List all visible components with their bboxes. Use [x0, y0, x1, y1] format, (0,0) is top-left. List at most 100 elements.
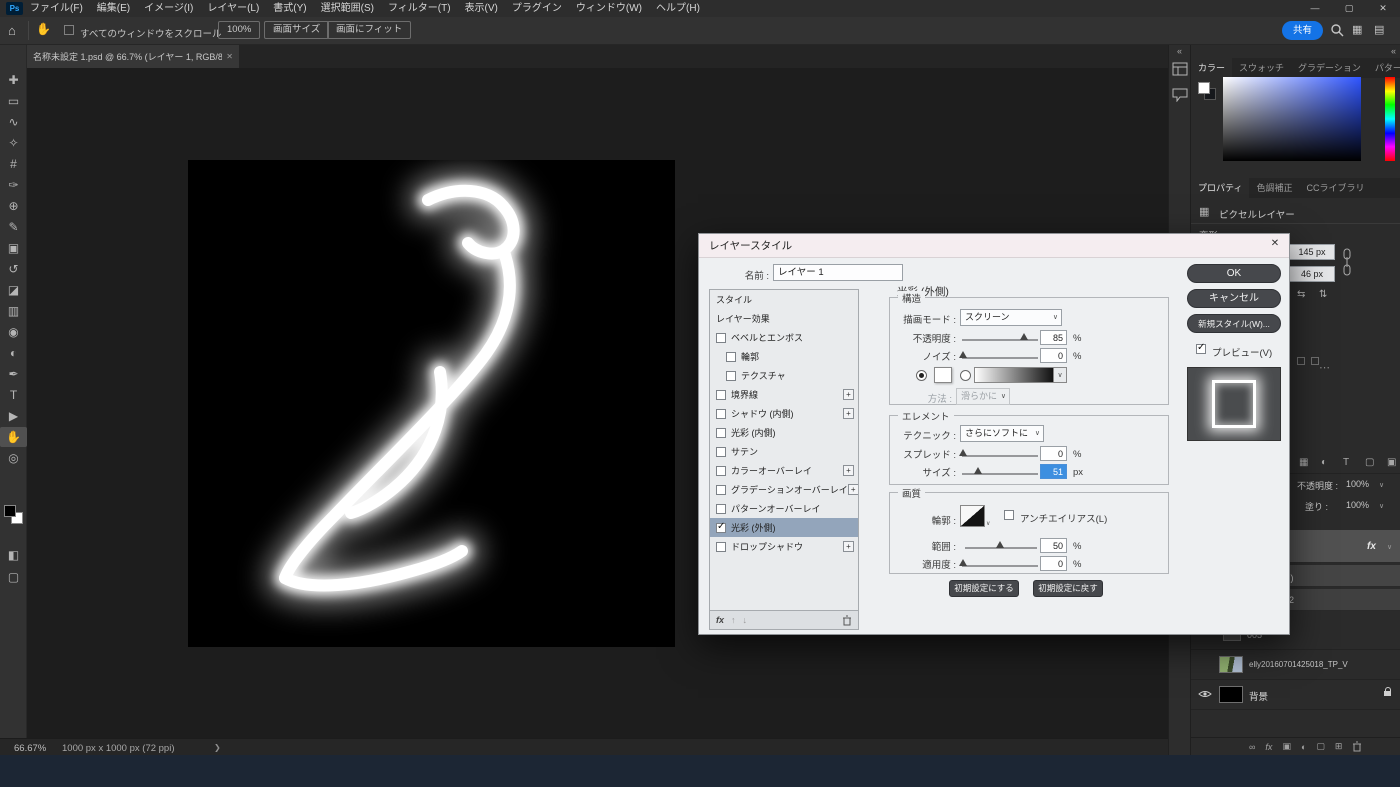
chevron-down-icon[interactable]: ∨ — [1379, 502, 1384, 510]
panel-foreground-swatch[interactable] — [1198, 82, 1210, 94]
jitter-slider-track[interactable] — [962, 565, 1038, 567]
dialog-titlebar[interactable]: レイヤースタイル — [699, 234, 1289, 258]
healing-brush-tool[interactable]: ⊕ — [0, 196, 27, 216]
layer-filter-type-icon[interactable]: T — [1343, 457, 1349, 468]
layer-thumbnail[interactable] — [1219, 656, 1243, 673]
layer-fx-badge[interactable]: fx — [1367, 541, 1376, 552]
workspace-icon[interactable]: ▤ — [1374, 23, 1384, 36]
eyedropper-tool[interactable]: ✑ — [0, 175, 27, 195]
noise-value-field[interactable]: 0 — [1040, 348, 1067, 363]
layer-filter-shape-icon[interactable]: ▢ — [1365, 457, 1374, 468]
checkbox[interactable] — [716, 503, 726, 514]
style-row-stroke[interactable]: 境界線 + — [710, 385, 858, 404]
ok-button[interactable]: OK — [1187, 264, 1281, 283]
checkbox[interactable] — [726, 351, 736, 362]
align-icon[interactable] — [1311, 357, 1319, 365]
size-slider-thumb[interactable] — [974, 467, 982, 474]
jitter-value-field[interactable]: 0 — [1040, 556, 1067, 571]
visibility-eye-icon[interactable] — [1198, 689, 1212, 699]
layer-filter-smart-icon[interactable]: ▣ — [1387, 457, 1396, 468]
noise-slider-track[interactable] — [962, 357, 1038, 359]
document-tab[interactable]: 名称未設定 1.psd @ 66.7% (レイヤー 1, RGB/8#) * ✕ — [27, 45, 239, 68]
layer-name-input[interactable]: レイヤー 1 — [773, 264, 903, 281]
noise-slider-thumb[interactable] — [959, 351, 967, 358]
align-icon[interactable] — [1297, 357, 1305, 365]
hue-slider[interactable] — [1385, 77, 1395, 161]
window-close-button[interactable]: ✕ — [1366, 0, 1400, 17]
tab-swatches[interactable]: スウォッチ — [1232, 58, 1291, 78]
menu-select[interactable]: 選択範囲(S) — [314, 0, 381, 17]
layer-row-background[interactable]: 背景 — [1191, 680, 1400, 710]
menu-plugins[interactable]: プラグイン — [505, 0, 569, 17]
window-maximize-button[interactable]: ▢ — [1332, 0, 1366, 17]
style-row-pattern-overlay[interactable]: パターンオーバーレイ — [710, 499, 858, 518]
lasso-tool[interactable]: ∿ — [0, 112, 27, 132]
quick-mask-icon[interactable]: ◧ — [0, 545, 27, 565]
foreground-color-swatch[interactable] — [4, 505, 16, 517]
eraser-tool[interactable]: ◪ — [0, 280, 27, 300]
layer-filter-pixel-icon[interactable]: ▦ — [1299, 457, 1308, 468]
history-brush-tool[interactable]: ↺ — [0, 259, 27, 279]
new-layer-icon[interactable]: ⊞ — [1335, 741, 1343, 752]
gradient-tool[interactable]: ▥ — [0, 301, 27, 321]
menu-image[interactable]: イメージ(I) — [137, 0, 200, 17]
style-row-gradient-overlay[interactable]: グラデーションオーバーレイ + — [710, 480, 858, 499]
reset-default-button[interactable]: 初期設定に戻す — [1033, 580, 1103, 597]
size-value-field[interactable]: 51 — [1040, 464, 1067, 479]
blur-tool[interactable]: ◉ — [0, 322, 27, 342]
checkbox[interactable] — [716, 541, 726, 552]
contour-thumbnail[interactable] — [960, 505, 985, 527]
tab-properties[interactable]: プロパティ — [1191, 178, 1250, 198]
range-slider-thumb[interactable] — [996, 541, 1004, 548]
screen-mode-icon[interactable]: ▢ — [0, 567, 27, 587]
technique-dropdown[interactable]: さらにソフトに — [960, 425, 1044, 442]
fit-screen-size-button[interactable]: 画面サイズ — [264, 21, 330, 39]
pen-tool[interactable]: ✒ — [0, 364, 27, 384]
tab-adjustments[interactable]: 色調補正 — [1249, 178, 1299, 198]
comments-icon[interactable] — [1172, 88, 1188, 102]
opacity-value-field[interactable]: 85 — [1040, 330, 1067, 345]
move-up-icon[interactable]: ↑ — [731, 615, 736, 625]
grid-icon[interactable]: ▦ — [1352, 23, 1362, 36]
menu-filter[interactable]: フィルター(T) — [381, 0, 458, 17]
layers-opacity-value[interactable]: 100% — [1346, 479, 1369, 489]
cancel-button[interactable]: キャンセル — [1187, 289, 1281, 308]
path-selection-tool[interactable]: ▶ — [0, 406, 27, 426]
collapse-panels-icon[interactable]: « — [1391, 46, 1396, 56]
flip-vertical-icon[interactable]: ⇅ — [1319, 289, 1327, 300]
layer-mask-icon[interactable]: ▣ — [1282, 741, 1291, 752]
checkbox[interactable] — [726, 370, 736, 381]
checkbox[interactable] — [716, 446, 726, 457]
add-instance-icon[interactable]: + — [843, 389, 854, 400]
dodge-tool[interactable]: ◐ — [0, 343, 27, 363]
chevron-down-icon[interactable]: ∨ — [1387, 543, 1392, 551]
link-layers-icon[interactable]: ∞ — [1249, 742, 1255, 752]
hand-tool[interactable]: ✋ — [0, 427, 27, 447]
layer-row[interactable]: elly20160701425018_TP_V — [1191, 650, 1400, 680]
range-value-field[interactable]: 50 — [1040, 538, 1067, 553]
style-row-inner-shadow[interactable]: シャドウ (内側) + — [710, 404, 858, 423]
add-instance-icon[interactable]: + — [847, 484, 858, 495]
tab-close-icon[interactable]: ✕ — [226, 52, 233, 61]
style-row-texture[interactable]: テクスチャ — [710, 366, 858, 385]
canvas-document[interactable] — [188, 160, 675, 647]
checkbox[interactable] — [716, 332, 726, 343]
add-instance-icon[interactable]: + — [843, 541, 854, 552]
glow-color-swatch[interactable] — [934, 367, 952, 383]
opacity-slider-thumb[interactable] — [1020, 333, 1028, 340]
zoom-100-button[interactable]: 100% — [218, 21, 261, 39]
fx-icon[interactable]: fx — [716, 615, 724, 625]
artboard-icon[interactable] — [1172, 62, 1188, 76]
method-dropdown[interactable]: 滑らかに — [956, 388, 1010, 405]
gradient-radio[interactable] — [960, 370, 971, 381]
menu-window[interactable]: ウィンドウ(W) — [569, 0, 649, 17]
more-options-icon[interactable]: ⋯ — [1319, 361, 1330, 374]
crop-tool[interactable]: # — [0, 154, 27, 174]
share-button[interactable]: 共有 — [1282, 21, 1324, 40]
status-expand-icon[interactable]: ❯ — [214, 743, 221, 752]
layer-style-icon[interactable]: fx — [1265, 742, 1272, 752]
delete-effect-icon[interactable] — [842, 615, 852, 626]
quick-selection-tool[interactable]: ✧ — [0, 133, 27, 153]
contour-picker-arrow[interactable]: ∨ — [986, 520, 990, 527]
checkbox[interactable] — [716, 408, 726, 419]
